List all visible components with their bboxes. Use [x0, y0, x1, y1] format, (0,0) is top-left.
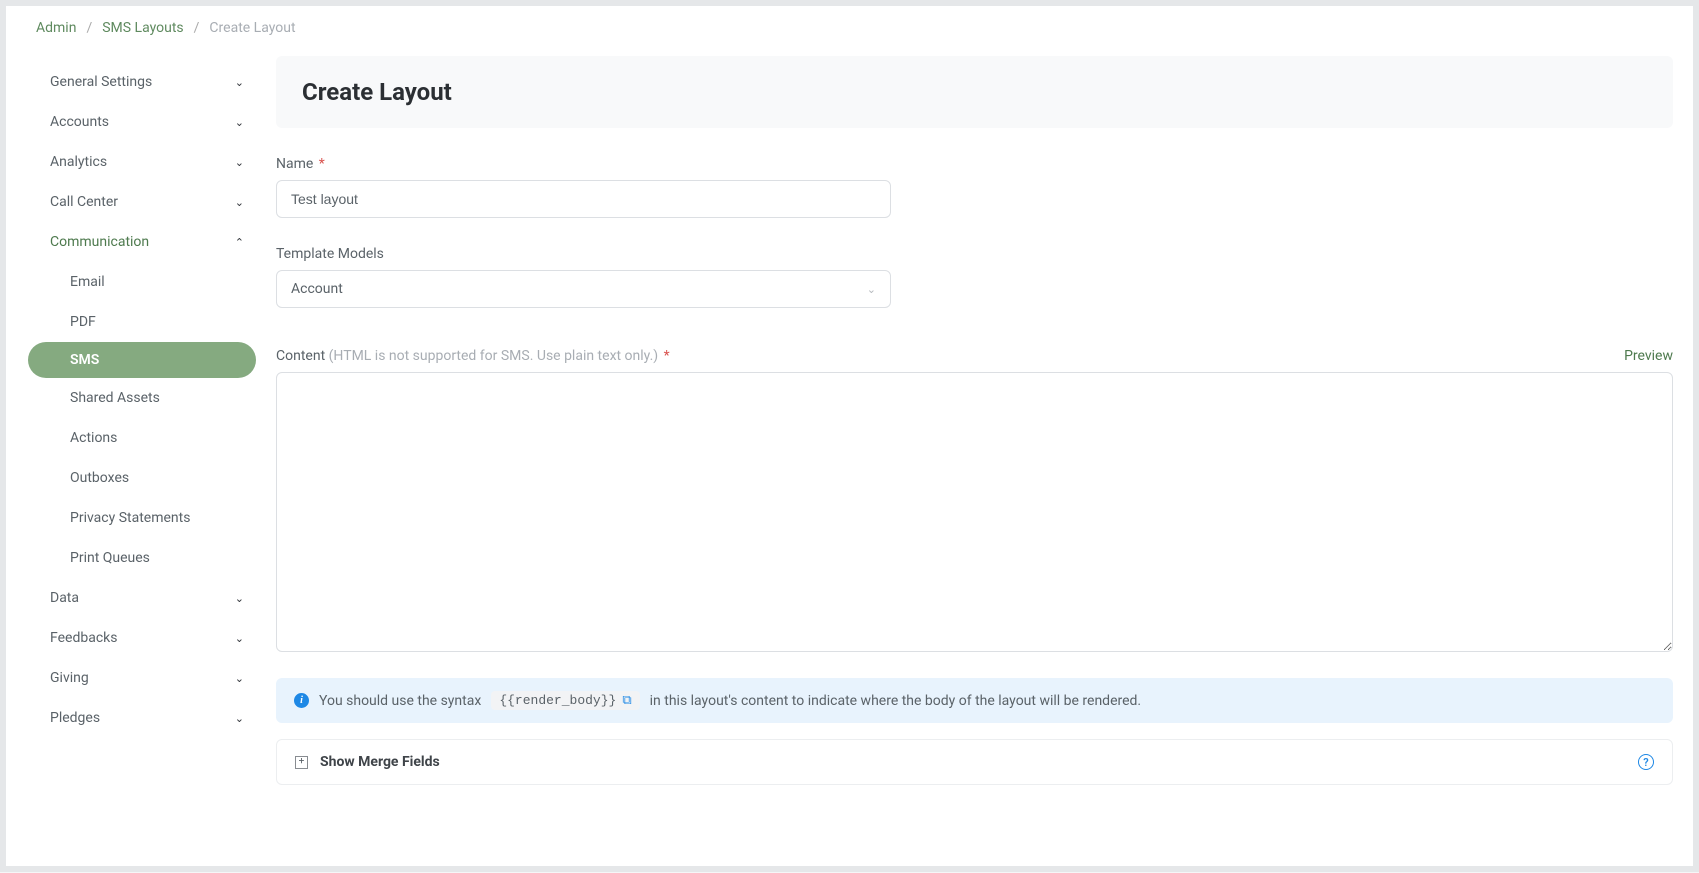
- required-indicator: *: [319, 156, 325, 172]
- chevron-down-icon: ⌄: [235, 156, 244, 169]
- sidebar-item-call-center[interactable]: Call Center ⌄: [6, 182, 266, 222]
- preview-link[interactable]: Preview: [1624, 348, 1673, 364]
- sidebar-item-label: Pledges: [50, 710, 100, 726]
- name-input[interactable]: [276, 180, 891, 218]
- required-indicator: *: [664, 348, 670, 364]
- sidebar-item-label: Giving: [50, 670, 89, 686]
- merge-fields-panel[interactable]: + Show Merge Fields ?: [276, 739, 1673, 785]
- breadcrumb-current: Create Layout: [209, 20, 295, 36]
- select-value: Account: [291, 281, 343, 297]
- content-textarea[interactable]: [276, 372, 1673, 652]
- label-text: Content: [276, 348, 325, 364]
- page-title: Create Layout: [302, 78, 1647, 106]
- sidebar-sub-sms[interactable]: SMS: [28, 342, 256, 378]
- sidebar-item-giving[interactable]: Giving ⌄: [6, 658, 266, 698]
- sidebar-item-label: Feedbacks: [50, 630, 117, 646]
- chevron-down-icon: ⌄: [235, 76, 244, 89]
- help-icon[interactable]: ?: [1638, 754, 1654, 770]
- expand-icon: +: [295, 756, 308, 769]
- render-body-snippet: {{render_body}} ⧉: [491, 691, 639, 710]
- template-models-select[interactable]: Account ⌄: [276, 270, 891, 308]
- sidebar-sub-pdf[interactable]: PDF: [6, 302, 266, 342]
- sidebar-item-pledges[interactable]: Pledges ⌄: [6, 698, 266, 738]
- chevron-up-icon: ⌃: [235, 236, 244, 249]
- sidebar-sub-outboxes[interactable]: Outboxes: [6, 458, 266, 498]
- page-title-box: Create Layout: [276, 56, 1673, 128]
- info-text-post: in this layout's content to indicate whe…: [650, 693, 1141, 709]
- chevron-down-icon: ⌄: [867, 283, 876, 296]
- template-models-label: Template Models: [276, 246, 1673, 262]
- label-text: Name: [276, 156, 313, 172]
- sidebar: General Settings ⌄ Accounts ⌄ Analytics …: [6, 50, 266, 815]
- sidebar-item-communication[interactable]: Communication ⌃: [6, 222, 266, 262]
- chevron-down-icon: ⌄: [235, 592, 244, 605]
- chevron-down-icon: ⌄: [235, 672, 244, 685]
- breadcrumb-admin[interactable]: Admin: [36, 20, 76, 36]
- sidebar-item-feedbacks[interactable]: Feedbacks ⌄: [6, 618, 266, 658]
- main-content: Create Layout Name * Template Models Acc…: [266, 50, 1693, 815]
- sidebar-item-data[interactable]: Data ⌄: [6, 578, 266, 618]
- sidebar-item-label: Analytics: [50, 154, 107, 170]
- label-hint: (HTML is not supported for SMS. Use plai…: [329, 348, 659, 364]
- sidebar-item-label: Call Center: [50, 194, 118, 210]
- name-label: Name *: [276, 156, 1673, 172]
- sidebar-item-label: Data: [50, 590, 79, 606]
- content-label: Content (HTML is not supported for SMS. …: [276, 348, 670, 364]
- code-text: {{render_body}}: [499, 693, 616, 708]
- chevron-down-icon: ⌄: [235, 712, 244, 725]
- sidebar-sub-print-queues[interactable]: Print Queues: [6, 538, 266, 578]
- copy-icon[interactable]: ⧉: [622, 693, 631, 708]
- chevron-down-icon: ⌄: [235, 632, 244, 645]
- info-icon: i: [294, 693, 309, 708]
- sidebar-sub-privacy-statements[interactable]: Privacy Statements: [6, 498, 266, 538]
- sidebar-item-label: Communication: [50, 234, 149, 250]
- breadcrumb-separator: /: [86, 20, 92, 36]
- sidebar-sub-email[interactable]: Email: [6, 262, 266, 302]
- sidebar-item-label: General Settings: [50, 74, 152, 90]
- syntax-info-bar: i You should use the syntax {{render_bod…: [276, 678, 1673, 723]
- sidebar-item-accounts[interactable]: Accounts ⌄: [6, 102, 266, 142]
- merge-fields-title: Show Merge Fields: [320, 754, 440, 770]
- chevron-down-icon: ⌄: [235, 116, 244, 129]
- breadcrumb-sms-layouts[interactable]: SMS Layouts: [102, 20, 183, 36]
- sidebar-sub-actions[interactable]: Actions: [6, 418, 266, 458]
- sidebar-item-general-settings[interactable]: General Settings ⌄: [6, 62, 266, 102]
- sidebar-item-analytics[interactable]: Analytics ⌄: [6, 142, 266, 182]
- breadcrumb: Admin / SMS Layouts / Create Layout: [6, 6, 1693, 50]
- breadcrumb-separator: /: [194, 20, 200, 36]
- sidebar-item-label: Accounts: [50, 114, 109, 130]
- chevron-down-icon: ⌄: [235, 196, 244, 209]
- info-text-pre: You should use the syntax: [319, 693, 481, 709]
- sidebar-sub-shared-assets[interactable]: Shared Assets: [6, 378, 266, 418]
